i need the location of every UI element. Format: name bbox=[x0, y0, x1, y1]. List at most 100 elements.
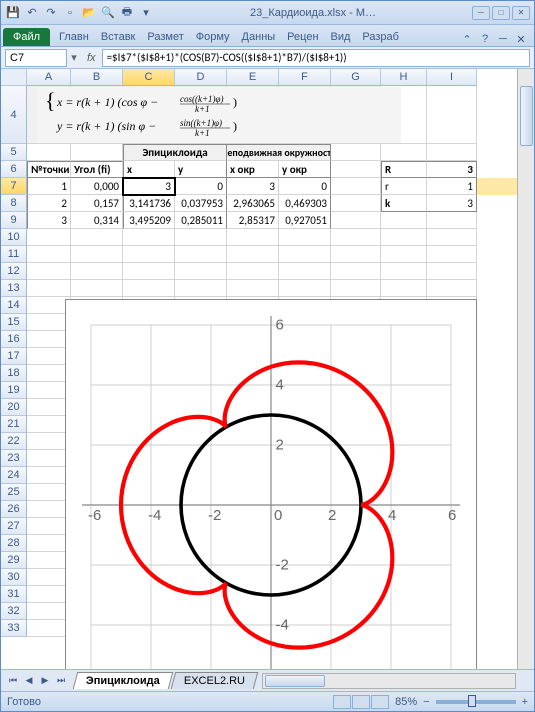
row-header[interactable]: 25 bbox=[1, 484, 27, 501]
close-button[interactable]: ✕ bbox=[512, 6, 530, 20]
scrollbar-thumb[interactable] bbox=[265, 675, 325, 687]
cell[interactable] bbox=[331, 178, 381, 195]
cell[interactable] bbox=[331, 246, 381, 263]
cell[interactable]: 2,85317 bbox=[227, 212, 279, 229]
cell[interactable]: 0,000 bbox=[71, 178, 123, 195]
cell[interactable]: 3 bbox=[27, 212, 71, 229]
val-k[interactable]: 3 bbox=[427, 195, 477, 212]
cell[interactable] bbox=[71, 280, 123, 297]
cell[interactable] bbox=[427, 263, 477, 280]
row-header[interactable]: 26 bbox=[1, 501, 27, 518]
row-header[interactable]: 19 bbox=[1, 382, 27, 399]
cell[interactable]: 0 bbox=[175, 178, 227, 195]
cell[interactable]: 2,963065 bbox=[227, 195, 279, 212]
ribbon-tab-home[interactable]: Главн bbox=[53, 28, 95, 46]
cell[interactable] bbox=[331, 229, 381, 246]
row-header[interactable]: 4 bbox=[1, 86, 27, 144]
col-header-A[interactable]: A bbox=[27, 69, 71, 86]
cell[interactable] bbox=[331, 212, 381, 229]
mdi-close-icon[interactable]: ✕ bbox=[514, 32, 528, 46]
open-icon[interactable]: 📂 bbox=[81, 5, 97, 21]
cell[interactable] bbox=[227, 280, 279, 297]
cell[interactable] bbox=[71, 229, 123, 246]
new-icon[interactable]: ▫ bbox=[62, 5, 78, 21]
cell[interactable] bbox=[27, 229, 71, 246]
cell[interactable] bbox=[123, 246, 175, 263]
tab-nav-next-icon[interactable]: ▶ bbox=[37, 673, 53, 689]
col-header-F[interactable]: F bbox=[279, 69, 331, 86]
cell[interactable] bbox=[381, 229, 427, 246]
row-header[interactable]: 17 bbox=[1, 348, 27, 365]
row-header[interactable]: 27 bbox=[1, 518, 27, 535]
active-cell[interactable]: 3 bbox=[123, 178, 175, 195]
cell[interactable]: 0,927051 bbox=[279, 212, 331, 229]
ribbon-tab-formulas[interactable]: Форму bbox=[190, 28, 236, 46]
chart-object[interactable]: -6-4-2 0246 642 -2-4-6 bbox=[65, 299, 477, 688]
cell[interactable] bbox=[331, 280, 381, 297]
row-header[interactable]: 9 bbox=[1, 212, 27, 229]
cell[interactable] bbox=[27, 144, 71, 161]
cell[interactable] bbox=[27, 280, 71, 297]
row-header[interactable]: 16 bbox=[1, 331, 27, 348]
zoom-thumb[interactable] bbox=[468, 695, 476, 707]
cell[interactable] bbox=[279, 263, 331, 280]
col-header-G[interactable]: G bbox=[331, 69, 381, 86]
cell[interactable] bbox=[71, 263, 123, 280]
row-header[interactable]: 21 bbox=[1, 416, 27, 433]
col-header-I[interactable]: I bbox=[427, 69, 477, 86]
row-header[interactable]: 10 bbox=[1, 229, 27, 246]
name-box-dropdown-icon[interactable]: ▾ bbox=[67, 51, 81, 64]
hdr-k[interactable]: k bbox=[381, 195, 427, 212]
row-header[interactable]: 14 bbox=[1, 297, 27, 314]
formula-input[interactable]: =$I$7*($I$8+1)*(COS(B7)-COS(($I$8+1)*B7)… bbox=[102, 49, 530, 67]
row-header[interactable]: 6 bbox=[1, 161, 27, 178]
cell[interactable] bbox=[427, 280, 477, 297]
cell[interactable] bbox=[427, 86, 477, 144]
row-header[interactable]: 13 bbox=[1, 280, 27, 297]
cell[interactable]: 0,157 bbox=[71, 195, 123, 212]
col-header-D[interactable]: D bbox=[175, 69, 227, 86]
worksheet-grid[interactable]: A B C D E F G H I 4 5 Эпициклоида Неподв… bbox=[1, 69, 534, 688]
ribbon-tab-review[interactable]: Рецен bbox=[281, 28, 324, 46]
print-icon[interactable]: 🖶 bbox=[119, 5, 135, 21]
mdi-min-icon[interactable]: ─ bbox=[496, 32, 510, 46]
cell[interactable]: 3,141736 bbox=[123, 195, 175, 212]
cell[interactable] bbox=[381, 144, 427, 161]
row-header[interactable]: 33 bbox=[1, 620, 27, 637]
maximize-button[interactable]: □ bbox=[492, 6, 510, 20]
cell[interactable] bbox=[279, 229, 331, 246]
row-header[interactable]: 30 bbox=[1, 569, 27, 586]
row-header[interactable]: 8 bbox=[1, 195, 27, 212]
ribbon-tab-layout[interactable]: Размет bbox=[141, 28, 189, 46]
zoom-slider[interactable] bbox=[436, 700, 516, 704]
row-header[interactable]: 24 bbox=[1, 467, 27, 484]
name-box[interactable]: C7 bbox=[5, 49, 67, 67]
view-layout-button[interactable] bbox=[352, 695, 370, 709]
ribbon-tab-data[interactable]: Данны bbox=[236, 28, 282, 46]
cell[interactable]: 1 bbox=[27, 178, 71, 195]
row-header[interactable]: 18 bbox=[1, 365, 27, 382]
cell[interactable] bbox=[27, 263, 71, 280]
cell[interactable]: 2 bbox=[27, 195, 71, 212]
tab-nav-first-icon[interactable]: ⏮ bbox=[5, 673, 21, 689]
cell[interactable]: 3 bbox=[227, 178, 279, 195]
cell[interactable] bbox=[175, 263, 227, 280]
tab-nav-last-icon[interactable]: ⏭ bbox=[53, 673, 69, 689]
val-R[interactable]: 3 bbox=[427, 161, 477, 178]
row-header[interactable]: 32 bbox=[1, 603, 27, 620]
undo-icon[interactable]: ↶ bbox=[24, 5, 40, 21]
row-header[interactable]: 29 bbox=[1, 552, 27, 569]
cell[interactable] bbox=[227, 263, 279, 280]
col-header-B[interactable]: B bbox=[71, 69, 123, 86]
cell[interactable]: 3,495209 bbox=[123, 212, 175, 229]
cell[interactable] bbox=[227, 229, 279, 246]
row-header[interactable]: 5 bbox=[1, 144, 27, 161]
sheet-tab-other[interactable]: EXCEL2.RU bbox=[171, 672, 259, 689]
row-header[interactable]: 11 bbox=[1, 246, 27, 263]
cell[interactable] bbox=[427, 212, 477, 229]
cell[interactable] bbox=[175, 246, 227, 263]
cell[interactable] bbox=[71, 246, 123, 263]
hdr-r[interactable]: r bbox=[381, 178, 427, 195]
hdr-n[interactable]: №точки bbox=[27, 161, 71, 178]
cell[interactable]: 0 bbox=[279, 178, 331, 195]
